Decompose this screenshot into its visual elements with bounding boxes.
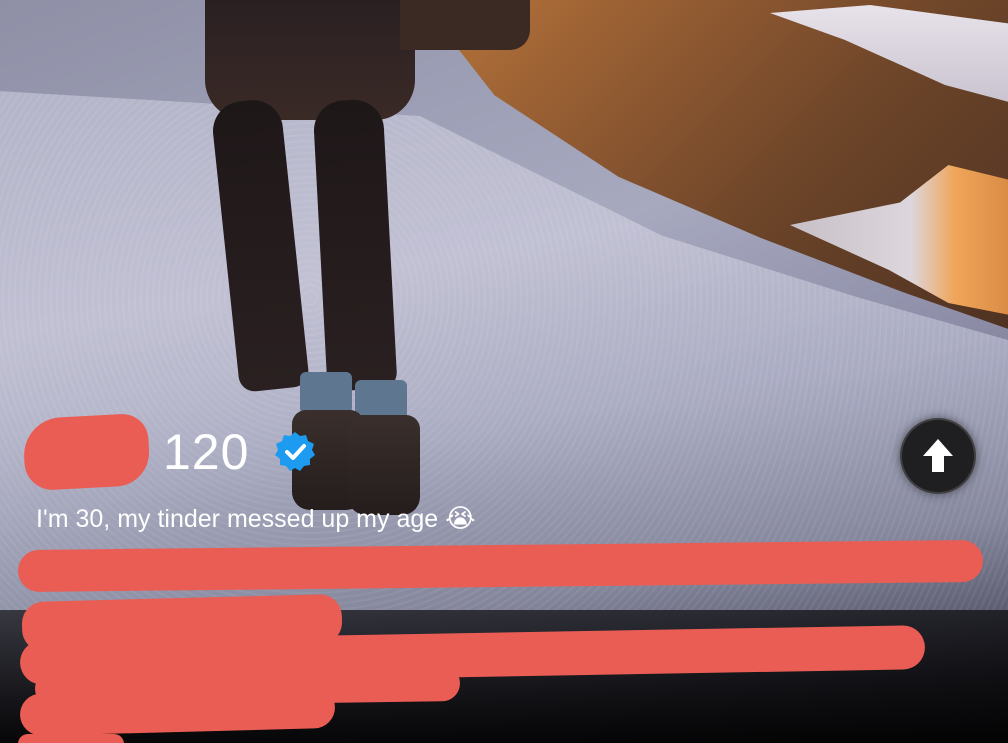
profile-card: 120 I'm 30, my tinder messed up my age 😭	[0, 0, 1008, 743]
photo-sock-left	[300, 372, 352, 414]
expand-profile-button[interactable]	[900, 418, 976, 494]
crying-face-emoji-icon: 😭	[445, 504, 476, 534]
redacted-name	[22, 412, 151, 492]
photo-boot-right	[348, 415, 420, 515]
bio-text: I'm 30, my tinder messed up my age	[36, 505, 439, 533]
redacted-bio-line-6	[18, 734, 124, 743]
profile-age: 120	[163, 424, 250, 480]
verified-badge-icon[interactable]	[273, 430, 317, 474]
redacted-bio-line-5	[19, 685, 336, 737]
photo-person-leg-right	[312, 98, 398, 392]
name-row: 120	[22, 412, 317, 492]
photo-person-leg-left	[210, 97, 310, 393]
arrow-up-icon	[923, 439, 953, 472]
photo-person-jacket-side	[400, 0, 530, 50]
bio-line: I'm 30, my tinder messed up my age 😭	[36, 504, 476, 534]
